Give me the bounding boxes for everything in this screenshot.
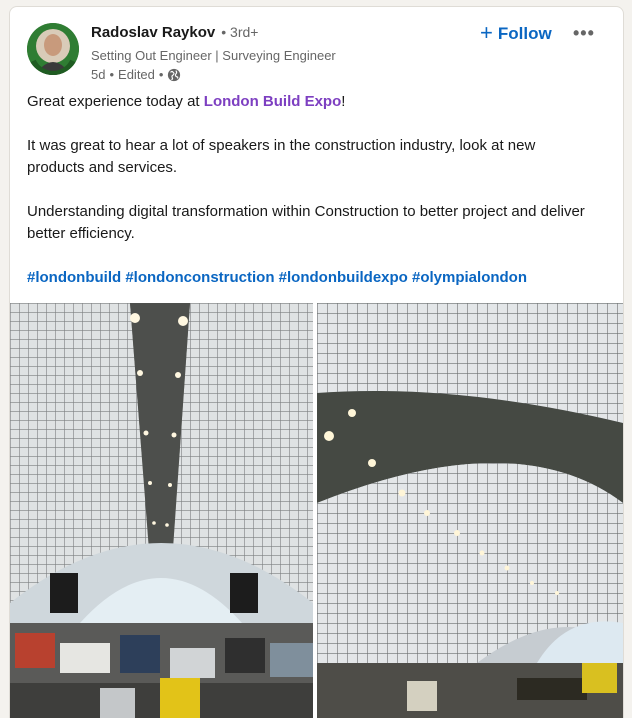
connection-degree-label: 3rd+: [230, 24, 259, 40]
avatar-image: [27, 23, 79, 75]
edited-label: Edited: [118, 67, 155, 82]
exhibition-hall-photo: [10, 303, 313, 718]
post-paragraph-3: Understanding digital transformation wit…: [27, 203, 585, 242]
post-images: [10, 303, 623, 718]
post-time[interactable]: 5d: [91, 67, 105, 82]
post-card: Radoslav Raykov • 3rd+ Setting Out Engin…: [9, 6, 624, 718]
plus-icon: +: [480, 20, 493, 45]
more-options-icon[interactable]: •••: [573, 23, 595, 44]
follow-button[interactable]: + Follow: [480, 21, 552, 47]
post-image-2[interactable]: [317, 303, 623, 718]
author-name[interactable]: Radoslav Raykov: [91, 24, 215, 41]
author-avatar[interactable]: [27, 23, 79, 75]
post-paragraph-2: It was great to hear a lot of speakers i…: [27, 137, 536, 176]
author-name-row: Radoslav Raykov • 3rd+: [91, 24, 258, 41]
post-image-1[interactable]: [10, 303, 313, 718]
hashtag-link[interactable]: #olympialondon: [412, 269, 527, 286]
hashtag-link[interactable]: #londonbuildexpo: [279, 269, 408, 286]
hashtag-link[interactable]: #londonbuild: [27, 269, 121, 286]
hashtag-list: #londonbuild #londonconstruction #london…: [27, 267, 597, 289]
post-body: Great experience today at London Build E…: [27, 91, 597, 289]
post-line-1: Great experience today at London Build E…: [27, 91, 597, 113]
meta-separator: •: [109, 67, 115, 82]
meta-separator-2: •: [158, 67, 164, 82]
post-line-1-text: Great experience today at: [27, 93, 204, 110]
london-build-expo-link[interactable]: London Build Expo: [204, 93, 341, 110]
hashtag-link[interactable]: #londonconstruction: [125, 269, 274, 286]
exhibition-roof-photo: [317, 303, 623, 718]
globe-icon: [168, 68, 181, 81]
post-line-1-suffix: !: [341, 93, 346, 110]
follow-label: Follow: [497, 24, 552, 43]
author-headline: Setting Out Engineer | Surveying Enginee…: [91, 48, 336, 63]
connection-degree: • 3rd+: [221, 24, 259, 40]
post-meta: 5d • Edited •: [91, 67, 181, 82]
